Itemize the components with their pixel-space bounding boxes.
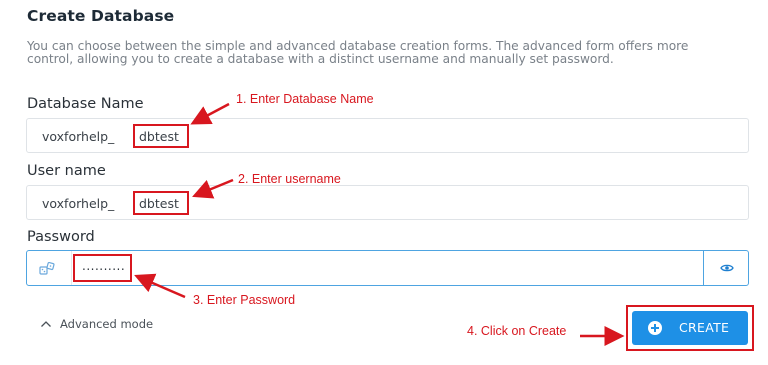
- create-database-page: Create Database You can choose between t…: [0, 0, 768, 365]
- annotation-arrows: [134, 102, 625, 346]
